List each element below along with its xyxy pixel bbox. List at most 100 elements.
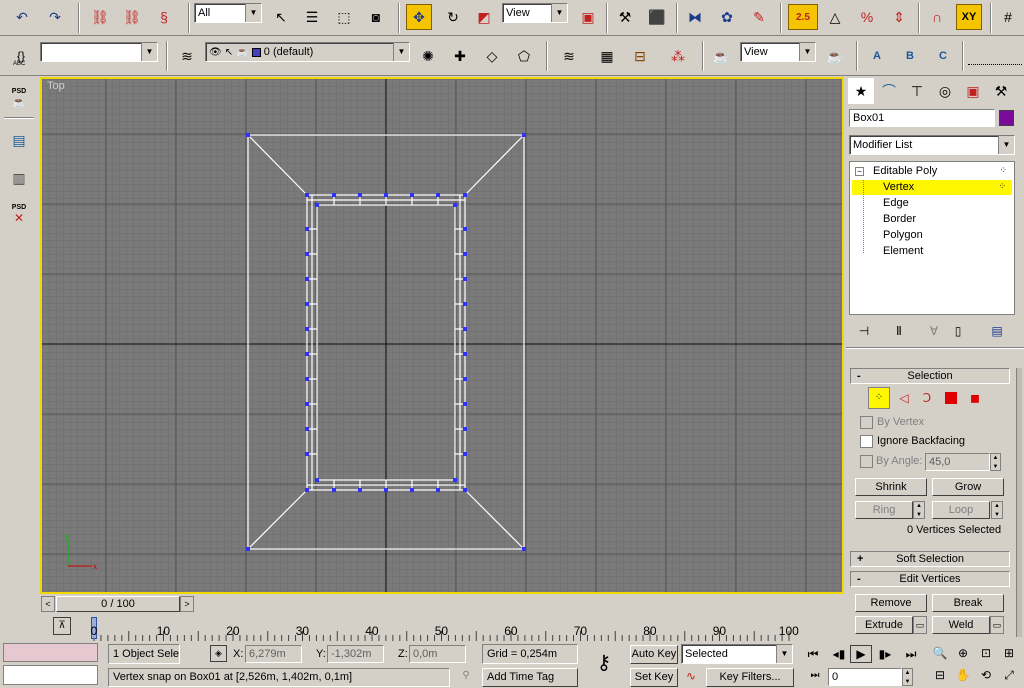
remove-button[interactable]: Remove <box>855 594 927 612</box>
named-selection-dropdown[interactable]: ▼ <box>40 42 158 62</box>
layer-manager-icon[interactable]: ≋ <box>174 43 200 69</box>
object-color-swatch[interactable] <box>999 110 1014 126</box>
utilities-tab-icon[interactable]: ⚒ <box>988 78 1014 104</box>
time-slider[interactable]: 0 / 100 <box>56 596 180 612</box>
unlink-icon[interactable]: ⛓ <box>119 4 145 30</box>
pin-stack-icon[interactable]: ⊣ <box>853 322 875 340</box>
quick-render-icon[interactable]: ☕ <box>822 43 848 69</box>
stack-item-edge[interactable]: Edge <box>852 196 1012 211</box>
render-scene-icon[interactable]: ☕ <box>708 43 734 69</box>
show-end-result-icon[interactable]: Ⅱ <box>888 322 910 340</box>
track-bar[interactable]: 0 10 20 30 40 50 60 70 80 90 100 <box>88 613 846 641</box>
reference-coordinate-dropdown[interactable]: View ▼ <box>502 3 568 23</box>
edge-mode-icon[interactable]: ◁ <box>893 389 915 407</box>
manipulate-icon[interactable]: ⚒ <box>612 4 638 30</box>
y-coord-field[interactable]: -1,302m <box>327 645 384 663</box>
selection-filter-dropdown[interactable]: All ▼ <box>194 3 262 23</box>
magnet-icon[interactable]: ∩ <box>924 4 950 30</box>
zoom-all-icon[interactable]: ⊕ <box>952 644 974 662</box>
render-view-dropdown[interactable]: View ▼ <box>740 42 816 62</box>
arc-rotate-icon[interactable]: ⟲ <box>975 666 997 684</box>
pivot-center-icon[interactable]: ▣ <box>575 4 601 30</box>
zoom-icon[interactable]: 🔍 <box>929 644 951 662</box>
current-frame-spinner[interactable]: ▲ ▼ <box>902 668 913 686</box>
axis-constraint-icon[interactable]: XY <box>956 4 982 30</box>
layer-dropdown[interactable]: 👁 ↖ ☕ 0 (default) ▼ <box>205 42 410 62</box>
schematic-view-icon[interactable]: ⊟ <box>627 43 653 69</box>
key-mode-dropdown[interactable]: Selected ▼ <box>681 644 793 664</box>
render-preset-c-icon[interactable]: C <box>930 43 956 69</box>
ring-spinner[interactable]: ▲ ▼ <box>913 501 925 519</box>
z-coord-field[interactable]: 0,0m <box>409 645 466 663</box>
next-frame-icon[interactable]: ▮▸ <box>874 645 896 663</box>
ring-button[interactable]: Ring <box>855 501 913 519</box>
key-icon[interactable]: ⚷ <box>586 652 622 676</box>
grid-icon[interactable]: # <box>995 4 1021 30</box>
select-and-scale-icon[interactable]: ◩ <box>471 4 497 30</box>
snap-toggle-icon[interactable]: 2.5 <box>788 4 818 30</box>
add-time-tag-button[interactable]: Add Time Tag <box>482 668 578 687</box>
previous-frame-icon[interactable]: ◂▮ <box>828 645 850 663</box>
configure-modifier-sets-icon[interactable]: ▤ <box>986 322 1008 340</box>
stack-item-element[interactable]: Element <box>852 244 1012 259</box>
align-icon[interactable]: ✿ <box>714 4 740 30</box>
play-icon[interactable]: ▶ <box>850 645 872 663</box>
stack-item-polygon[interactable]: Polygon <box>852 228 1012 243</box>
curve-editor-icon[interactable]: ▦ <box>594 43 620 69</box>
selection-lock-icon[interactable]: ◈ <box>210 645 227 662</box>
region-zoom-icon[interactable]: ⊟ <box>929 666 951 684</box>
report-icon[interactable]: ▥ <box>6 165 32 191</box>
add-to-layer-icon[interactable]: ✚ <box>447 43 473 69</box>
break-button[interactable]: Break <box>932 594 1004 612</box>
modify-tab-icon[interactable]: ⌒ <box>876 78 902 104</box>
undo-icon[interactable]: ↶ <box>9 4 35 30</box>
panel-scrollbar[interactable] <box>1016 368 1022 637</box>
material-editor-icon[interactable]: ⁂ <box>665 43 691 69</box>
key-filters-button[interactable]: Key Filters... <box>706 668 794 687</box>
default-tangent-icon[interactable]: ∿ <box>681 668 701 687</box>
render-preset-b-icon[interactable]: B <box>897 43 923 69</box>
time-tag-icon[interactable]: ⚲ <box>457 668 475 686</box>
select-and-move-icon[interactable]: ✥ <box>406 4 432 30</box>
psd-remove-icon[interactable]: PSD ✕ <box>6 201 32 227</box>
maximize-viewport-icon[interactable]: ⤢ <box>998 666 1020 684</box>
shrink-button[interactable]: Shrink <box>855 478 927 496</box>
object-name-field[interactable]: Box01 <box>849 109 995 127</box>
weld-settings-icon[interactable]: ▭ <box>990 616 1004 634</box>
spinner-snap-icon[interactable]: ⇕ <box>886 4 912 30</box>
next-frame-arrow-icon[interactable]: > <box>180 596 194 612</box>
select-in-layer-icon[interactable]: ◇ <box>479 43 505 69</box>
go-to-end-icon[interactable]: ⏭ <box>900 645 922 663</box>
layers-icon[interactable]: ≋ <box>556 43 582 69</box>
motion-tab-icon[interactable]: ◎ <box>932 78 958 104</box>
bind-space-warp-icon[interactable]: § <box>151 4 177 30</box>
render-window-icon[interactable]: ▤ <box>6 127 32 153</box>
prev-frame-arrow-icon[interactable]: < <box>41 596 55 612</box>
select-and-link-icon[interactable]: ⛓ <box>87 4 113 30</box>
stack-item-editable-poly[interactable]: − Editable Poly ⁘ <box>855 164 1011 179</box>
create-tab-icon[interactable]: ★ <box>848 78 874 104</box>
select-and-rotate-icon[interactable]: ↻ <box>440 4 466 30</box>
soft-selection-rollout-header[interactable]: + Soft Selection <box>850 551 1010 567</box>
grow-button[interactable]: Grow <box>932 478 1004 496</box>
make-unique-icon[interactable]: ∀ <box>923 322 945 340</box>
polygon-mode-icon[interactable] <box>945 392 957 404</box>
viewport-top[interactable]: y x Top <box>40 77 844 594</box>
open-mini-curve-editor[interactable]: ⊼ <box>44 613 80 641</box>
maxscript-listener-mini[interactable] <box>3 643 98 662</box>
angle-spinner[interactable]: ▲ ▼ <box>990 453 1001 471</box>
modifier-list-dropdown[interactable]: Modifier List ▼ <box>849 135 1015 155</box>
angle-field[interactable]: 45,0 <box>925 453 990 471</box>
viewport-label[interactable]: Top <box>47 80 65 92</box>
border-mode-icon[interactable]: Ↄ <box>916 389 938 407</box>
render-preset-a-icon[interactable]: A <box>864 43 890 69</box>
zoom-extents-all-icon[interactable]: ⊞ <box>998 644 1020 662</box>
vertex-mode-icon[interactable]: ⁘ <box>868 387 890 409</box>
pan-icon[interactable]: ✋ <box>952 666 974 684</box>
angle-snap-icon[interactable]: △ <box>822 4 848 30</box>
set-key-button[interactable]: Set Key <box>630 668 678 687</box>
mirror-icon[interactable]: ⧓ <box>682 4 708 30</box>
weld-button[interactable]: Weld <box>932 616 990 634</box>
window-crossing-icon[interactable]: ◙ <box>363 4 389 30</box>
loop-button[interactable]: Loop <box>932 501 990 519</box>
